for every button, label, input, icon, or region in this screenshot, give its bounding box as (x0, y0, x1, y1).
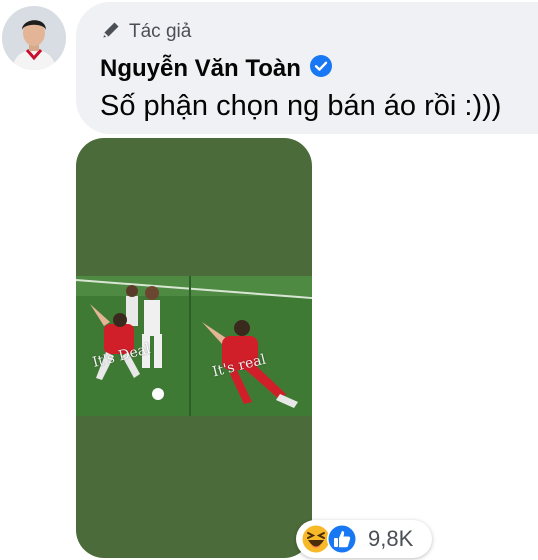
comment-media[interactable]: It's Deal It's real (76, 138, 312, 558)
author-badge-label: Tác giả (129, 21, 192, 42)
comment-bubble: Tác giả Nguyễn Văn Toàn Số phận chọn ng … (76, 2, 538, 134)
comment-text: Số phận chọn ng bán áo rồi :))) (100, 90, 502, 122)
author-row: Nguyễn Văn Toàn (100, 54, 333, 83)
author-badge: Tác giả (100, 20, 191, 44)
like-icon (326, 523, 358, 560)
reaction-icons (300, 523, 360, 555)
author-name[interactable]: Nguyễn Văn Toàn (100, 55, 301, 83)
author-avatar[interactable] (2, 6, 66, 70)
reaction-count: 9,8K (368, 526, 414, 551)
verified-badge-icon (309, 54, 333, 83)
pencil-icon (100, 19, 122, 46)
reaction-summary[interactable]: 9,8K (296, 520, 432, 558)
football-photo (76, 276, 312, 416)
